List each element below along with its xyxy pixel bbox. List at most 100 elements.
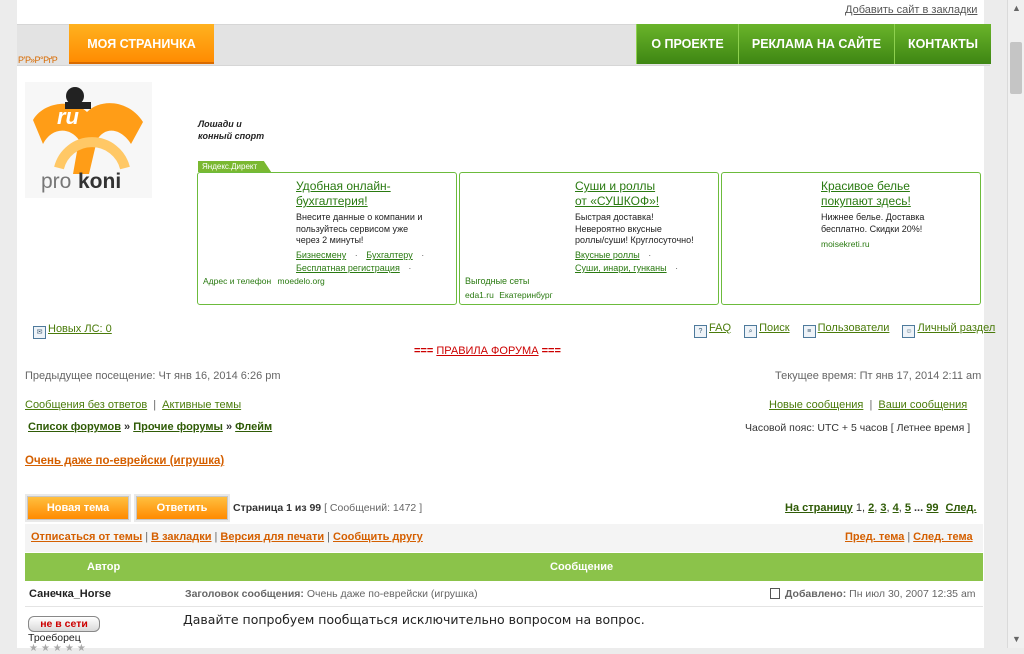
scroll-thumb[interactable]	[1010, 42, 1022, 94]
users-link[interactable]: Пользователи	[818, 322, 890, 334]
users-icon: ≡	[802, 325, 816, 338]
new-pm[interactable]: ✉ Новых ЛС: 0	[33, 323, 112, 339]
new-posts-link[interactable]: Новые сообщения	[769, 399, 863, 411]
page-2-link[interactable]: 2	[868, 502, 874, 514]
ad-2-text-line-2: Невероятно вкусные	[575, 223, 662, 234]
language-selector[interactable]: Р’Р»Р°РґР	[18, 55, 58, 65]
subject-label: Заголовок сообщения:	[185, 588, 304, 600]
subject-value: Очень даже по-еврейски (игрушка)	[306, 588, 478, 600]
profile-link[interactable]: Личный раздел	[917, 322, 995, 334]
print-version-link[interactable]: Версия для печати	[220, 531, 324, 543]
ad-2-title[interactable]: Суши и роллы от «СУШКОФ»!	[575, 179, 659, 209]
bookmark-topic-link[interactable]: В закладки	[151, 531, 211, 543]
ad-2-footer: eda1.ru Екатеринбург	[465, 290, 553, 300]
ad-2-city: Екатеринбург	[499, 290, 553, 300]
your-posts-link[interactable]: Ваши сообщения	[878, 399, 967, 411]
unsubscribe-link[interactable]: Отписаться от темы	[31, 531, 142, 543]
to-page-link[interactable]: На страницу	[785, 502, 853, 514]
active-topics-link[interactable]: Активные темы	[162, 399, 241, 411]
site-logo[interactable]: ru pro koni	[25, 82, 152, 198]
page-last-link[interactable]: 99	[926, 502, 938, 514]
ad-2-link-tasty-rolls[interactable]: Вкусные роллы	[575, 250, 640, 260]
mail-icon: ✉	[33, 326, 46, 339]
posts-table-header: Автор Сообщение	[25, 553, 983, 581]
col-message-header: Сообщение	[550, 561, 614, 573]
new-pm-link[interactable]: Новых ЛС: 0	[48, 323, 112, 335]
ad-1-link-accountant[interactable]: Бухгалтеру	[366, 250, 412, 260]
scroll-down-icon[interactable]: ▼	[1008, 631, 1024, 648]
tell-friend-link[interactable]: Сообщить другу	[333, 531, 423, 543]
faq-link[interactable]: FAQ	[709, 322, 731, 334]
forum-rules: === ПРАВИЛА ФОРУМА ===	[414, 345, 561, 357]
prev-topic-link[interactable]: Пред. тема	[845, 531, 904, 543]
add-bookmark-link[interactable]: Добавить сайт в закладки	[845, 4, 977, 16]
nav-tab-contacts-label: КОНТАКТЫ	[907, 37, 979, 51]
breadcrumb-other-forums[interactable]: Прочие форумы	[133, 421, 223, 433]
next-topic-link[interactable]: След. тема	[913, 531, 972, 543]
ad-2-link-sushi[interactable]: Суши, инари, гунканы	[575, 263, 667, 273]
post-body-row: не в сети Троеборец ★★★★★ Давайте попроб…	[25, 607, 983, 654]
page-3-link[interactable]: 3	[880, 502, 886, 514]
new-topic-button[interactable]: Новая тема	[27, 496, 129, 520]
ad-1-text-line-3: через 2 минуты!	[296, 235, 364, 245]
pagination: На страницу 1, 2, 3, 4, 5 ... 99 След.	[785, 502, 977, 514]
page-5-link[interactable]: 5	[905, 502, 911, 514]
ad-3-text-line-1: Нижнее белье. Доставка	[821, 212, 925, 222]
nav-tab-my-page-label: МОЯ СТРАНИЧКА	[87, 37, 196, 51]
ad-1-title[interactable]: Удобная онлайн- бухгалтерия!	[296, 179, 391, 209]
nav-tab-my-page[interactable]: МОЯ СТРАНИЧКА	[69, 24, 214, 64]
ad-2-text-line-1: Быстрая доставка!	[575, 212, 654, 222]
rank-stars-icon: ★★★★★	[29, 643, 89, 654]
breadcrumb: Список форумов » Прочие форумы » Флейм	[28, 421, 273, 433]
forum-top-menu: ? FAQ ⌕ Поиск ≡ Пользователи ☺ Личный раздел	[694, 322, 995, 338]
yandex-direct-label[interactable]: Яндекс.Директ	[198, 161, 272, 172]
logo-koni-text: koni	[78, 170, 122, 193]
post-author[interactable]: Санечка_Horse	[29, 588, 111, 600]
reply-button[interactable]: Ответить	[136, 496, 228, 520]
topic-title-link[interactable]: Очень даже по-еврейски (игрушка)	[25, 455, 224, 467]
scroll-up-icon[interactable]: ▲	[1008, 0, 1024, 17]
ad-1-footer: Адрес и телефон moedelo.org	[203, 276, 325, 286]
current-time: Текущее время: Пт янв 17, 2014 2:11 am	[775, 370, 982, 382]
ad-3-title-line-1: Красивое белье	[821, 179, 910, 193]
last-visit: Предыдущее посещение: Чт янв 16, 2014 6:…	[25, 370, 281, 382]
ad-block-3[interactable]: Красивое белье покупают здесь! Нижнее бе…	[721, 172, 981, 305]
offline-badge: не в сети	[28, 616, 100, 632]
page-4-link[interactable]: 4	[893, 502, 899, 514]
rules-suffix: ===	[541, 345, 561, 357]
reply-label: Ответить	[156, 502, 208, 514]
ad-1-link-free-registration[interactable]: Бесплатная регистрация	[296, 263, 400, 273]
ad-1-link-businessman[interactable]: Бизнесмену	[296, 250, 346, 260]
search-link[interactable]: Поиск	[759, 322, 789, 334]
topic-tools-row: Отписаться от темы | В закладки | Версия для…	[25, 524, 983, 552]
ad-1-domain[interactable]: moedelo.org	[278, 276, 325, 286]
forum-rules-link[interactable]: ПРАВИЛА ФОРУМА	[436, 345, 538, 357]
pages-ellipsis: ...	[914, 502, 924, 514]
profile-icon: ☺	[902, 325, 916, 338]
post-icon[interactable]	[770, 588, 780, 599]
ad-2-domain[interactable]: eda1.ru	[465, 290, 494, 300]
ad-block-2[interactable]: Суши и роллы от «СУШКОФ»! Быстрая достав…	[459, 172, 719, 305]
next-page-link[interactable]: След.	[946, 502, 977, 514]
breadcrumb-flame[interactable]: Флейм	[235, 421, 272, 433]
search-links-left: Сообщения без ответов | Активные темы	[25, 399, 242, 411]
nav-tab-contacts[interactable]: КОНТАКТЫ	[894, 24, 991, 64]
faq-icon: ?	[694, 325, 707, 338]
page-info-current: Страница 1 из 99	[233, 502, 322, 514]
ad-2-title-line-1: Суши и роллы	[575, 179, 656, 193]
site-tagline: Лошади и конный спорт	[198, 118, 264, 142]
ad-block-1[interactable]: Удобная онлайн- бухгалтерия! Внесите дан…	[197, 172, 457, 305]
page-scrollbar[interactable]: ▲ ▼	[1007, 0, 1024, 648]
breadcrumb-forum-list[interactable]: Список форумов	[28, 421, 121, 433]
nav-tab-about[interactable]: О ПРОЕКТЕ	[636, 24, 738, 64]
ad-3-text: Нижнее белье. Доставка бесплатно. Скидки…	[821, 212, 924, 235]
unanswered-link[interactable]: Сообщения без ответов	[25, 399, 147, 411]
new-topic-label: Новая тема	[46, 502, 110, 514]
search-icon: ⌕	[744, 325, 758, 338]
ad-3-domain[interactable]: moisekreti.ru	[821, 239, 870, 249]
ad-1-address-phone[interactable]: Адрес и телефон	[203, 276, 271, 286]
nav-tab-ads[interactable]: РЕКЛАМА НА САЙТЕ	[738, 24, 894, 64]
ad-2-link-sets[interactable]: Выгодные сеты	[465, 275, 529, 288]
ad-3-title[interactable]: Красивое белье покупают здесь!	[821, 179, 911, 209]
search-links-right: Новые сообщения | Ваши сообщения	[769, 399, 968, 411]
